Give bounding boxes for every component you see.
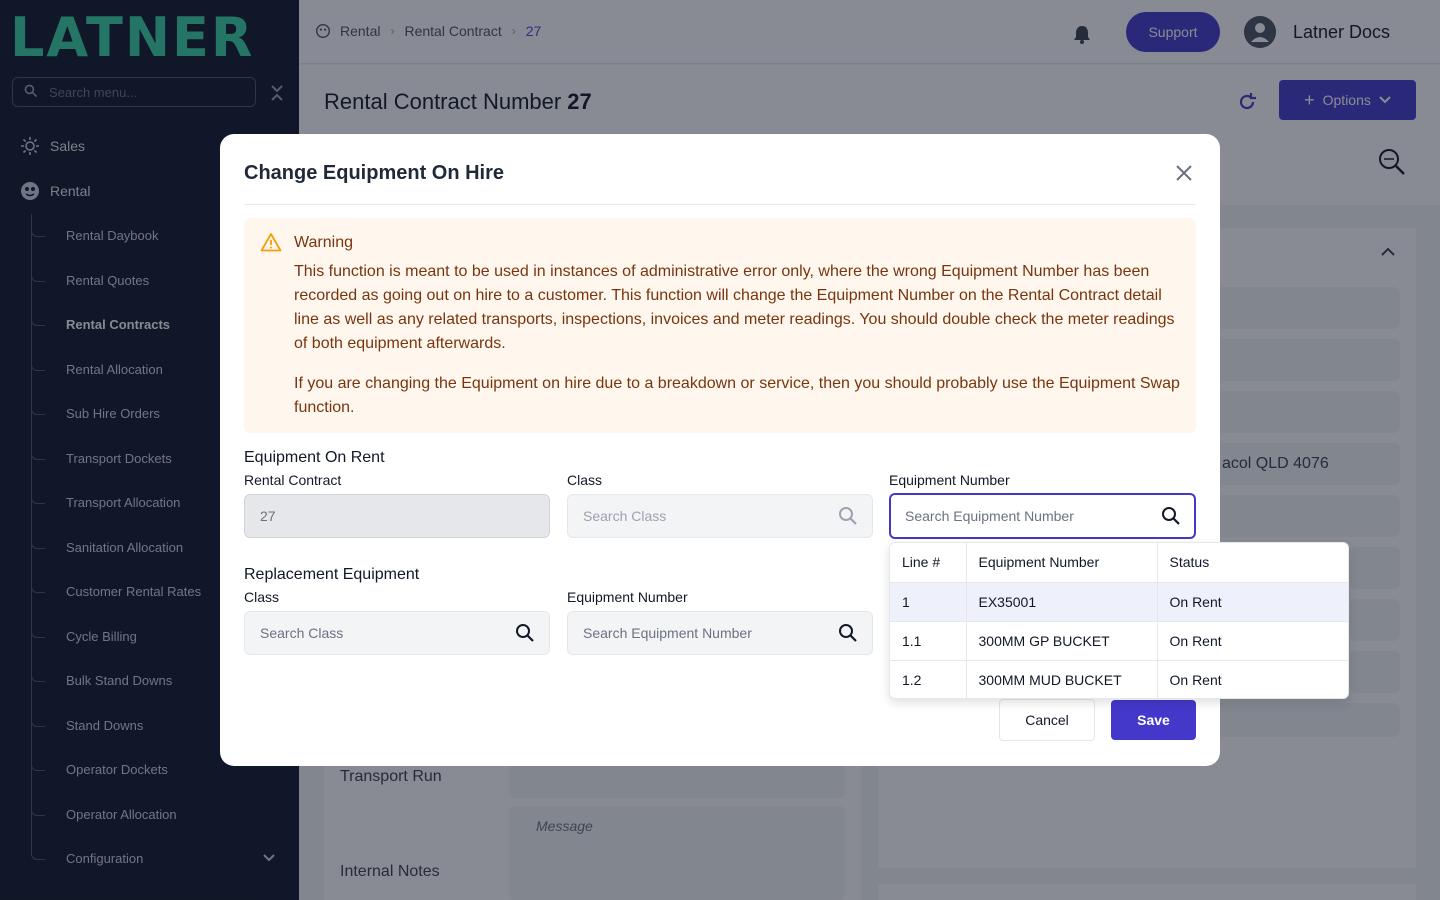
rental-contract-value: 27 — [260, 508, 276, 524]
warning-icon — [260, 233, 282, 252]
class-label: Class — [567, 472, 603, 488]
class-placeholder: Search Class — [583, 508, 667, 524]
equipment-table: Line # Equipment Number Status 1 EX35001… — [890, 543, 1348, 698]
replacement-equipment-search-input[interactable]: Search Equipment Number — [567, 611, 873, 655]
save-button[interactable]: Save — [1111, 700, 1196, 740]
warning-text: If you are changing the Equipment on hir… — [294, 375, 1180, 416]
table-row[interactable]: 1.1 300MM GP BUCKET On Rent — [890, 621, 1348, 661]
column-header-equipment-number: Equipment Number — [966, 543, 1158, 583]
on-rent-class-search-input[interactable]: Search Class — [567, 494, 873, 538]
column-header-line: Line # — [890, 543, 967, 583]
rental-contract-field: 27 — [244, 494, 550, 538]
warning-text: This function is meant to be used in ins… — [294, 263, 1175, 352]
warning-panel: Warning This function is meant to be use… — [244, 218, 1196, 433]
on-rent-equipment-search-input[interactable]: Search Equipment Number — [889, 493, 1196, 539]
rental-contract-label: Rental Contract — [244, 472, 342, 488]
modal-title: Change Equipment On Hire — [244, 162, 505, 184]
equipment-placeholder: Search Equipment Number — [905, 508, 1074, 524]
search-icon[interactable] — [515, 623, 535, 643]
equipment-number-label: Equipment Number — [567, 589, 688, 605]
status-cell: On Rent — [1157, 621, 1348, 661]
equipment-placeholder: Search Equipment Number — [583, 625, 752, 641]
status-cell: On Rent — [1169, 671, 1222, 688]
column-header-status: Status — [1157, 543, 1348, 583]
class-label: Class — [244, 589, 280, 605]
equipment-cell: 300MM MUD BUCKET — [966, 660, 1158, 698]
class-placeholder: Search Class — [260, 625, 344, 641]
replacement-equipment-title: Replacement Equipment — [244, 566, 420, 583]
table-header-row: Line # Equipment Number Status — [890, 543, 1348, 583]
table-row[interactable]: 1 EX35001 On Rent — [890, 582, 1348, 622]
search-icon[interactable] — [838, 506, 858, 526]
equipment-number-label: Equipment Number — [889, 472, 1010, 488]
status-cell: On Rent — [1157, 582, 1348, 622]
equipment-on-rent-title: Equipment On Rent — [244, 449, 385, 466]
replacement-class-search-input[interactable]: Search Class — [244, 611, 550, 655]
close-icon[interactable] — [1174, 163, 1194, 183]
equipment-dropdown: Line # Equipment Number Status 1 EX35001… — [889, 542, 1349, 699]
modal-divider — [244, 204, 1196, 205]
search-icon[interactable] — [1161, 506, 1181, 526]
line-cell: 1.2 — [890, 660, 967, 698]
line-cell: 1 — [890, 582, 967, 622]
table-row[interactable]: 1.2 300MM MUD BUCKET On Rent — [890, 660, 1348, 698]
line-cell: 1.1 — [890, 621, 967, 661]
search-icon[interactable] — [838, 623, 858, 643]
cancel-button[interactable]: Cancel — [999, 699, 1095, 741]
equipment-cell: 300MM GP BUCKET — [966, 621, 1158, 661]
equipment-cell: EX35001 — [966, 582, 1158, 622]
warning-title: Warning — [294, 234, 353, 251]
